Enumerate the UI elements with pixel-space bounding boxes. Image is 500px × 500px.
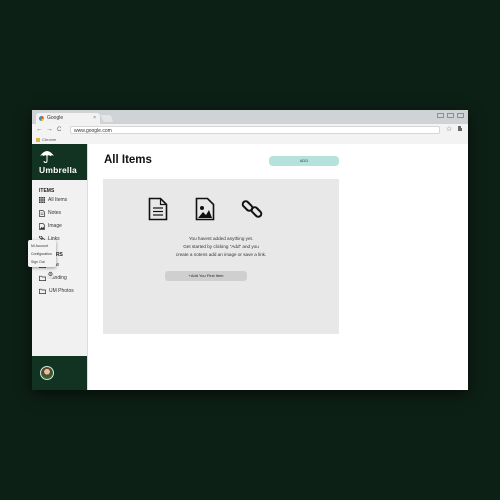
maximize-icon[interactable] [447, 113, 454, 118]
google-favicon-icon [39, 116, 44, 121]
sidebar-item-label: Image [48, 223, 62, 229]
menu-item-my-account[interactable]: Mi Account [31, 242, 53, 250]
sidebar-item-all-items[interactable]: All Items [39, 196, 67, 204]
image-file-icon [195, 197, 215, 221]
sidebar-folder-label: UM Photos [49, 288, 74, 294]
note-icon [39, 209, 45, 217]
empty-message-line-2: Get started by clicking "Add" and you [183, 244, 259, 249]
add-first-item-button[interactable]: +Add You First Item [165, 271, 247, 281]
browser-titlebar: Google × [32, 110, 468, 124]
sidebar: Umbrella ITEMS All Items Notes Image Lin… [32, 144, 88, 390]
user-menu-popup: Mi Account Configuration Sign Out [28, 240, 56, 267]
gear-icon[interactable]: ⚙ [47, 272, 54, 279]
empty-message-line-1: You havent added anything yet. [188, 236, 254, 241]
brand-name: Umbrella [39, 165, 77, 175]
umbrella-icon [40, 151, 54, 163]
folder-icon [39, 288, 46, 294]
avatar[interactable] [40, 366, 54, 380]
page-title: All Items [104, 154, 152, 166]
user-area [32, 356, 87, 390]
tab-title: Google [47, 115, 64, 121]
browser-window: Google × ← → C www.google.com ☆ Chrome U… [32, 110, 468, 390]
bookmark-star-icon[interactable]: ☆ [446, 125, 452, 135]
sidebar-item-label: All Items [48, 197, 68, 203]
bookmark-chrome[interactable]: Chrome [42, 137, 56, 142]
address-bar[interactable]: www.google.com [70, 126, 440, 134]
minimize-icon[interactable] [437, 113, 444, 118]
items-heading: ITEMS [39, 188, 55, 194]
window-controls [437, 113, 464, 118]
menu-item-configuration[interactable]: Configuration [31, 250, 53, 258]
bookmark-icon [36, 137, 40, 142]
folder-icon [39, 275, 46, 281]
browser-tab[interactable]: Google × [36, 113, 100, 124]
document-icon [148, 197, 168, 221]
close-window-icon[interactable] [457, 113, 464, 118]
empty-state-panel: You havent added anything yet. Get start… [103, 179, 339, 334]
sidebar-item-notes[interactable]: Notes [39, 209, 61, 217]
forward-icon[interactable]: → [46, 125, 53, 135]
add-button[interactable]: ADD [269, 156, 339, 166]
new-tab-button[interactable] [100, 115, 114, 122]
tab-close-icon[interactable]: × [93, 113, 96, 124]
extension-icon[interactable] [457, 125, 463, 136]
image-icon [39, 222, 45, 230]
menu-item-sign-out[interactable]: Sign Out [31, 258, 53, 266]
reload-icon[interactable]: C [57, 125, 61, 135]
sidebar-folder-um-photos[interactable]: UM Photos [39, 287, 74, 295]
empty-message-line-3: create a notens add an image or save a l… [175, 252, 267, 257]
brand-header[interactable]: Umbrella [32, 144, 87, 180]
main-content: All Items ADD You havent added anything … [88, 144, 468, 390]
back-icon[interactable]: ← [36, 125, 43, 135]
grid-icon [39, 197, 45, 203]
sidebar-item-image[interactable]: Image [39, 222, 62, 230]
sidebar-item-label: Notes [48, 210, 62, 216]
chain-link-icon [241, 200, 263, 218]
